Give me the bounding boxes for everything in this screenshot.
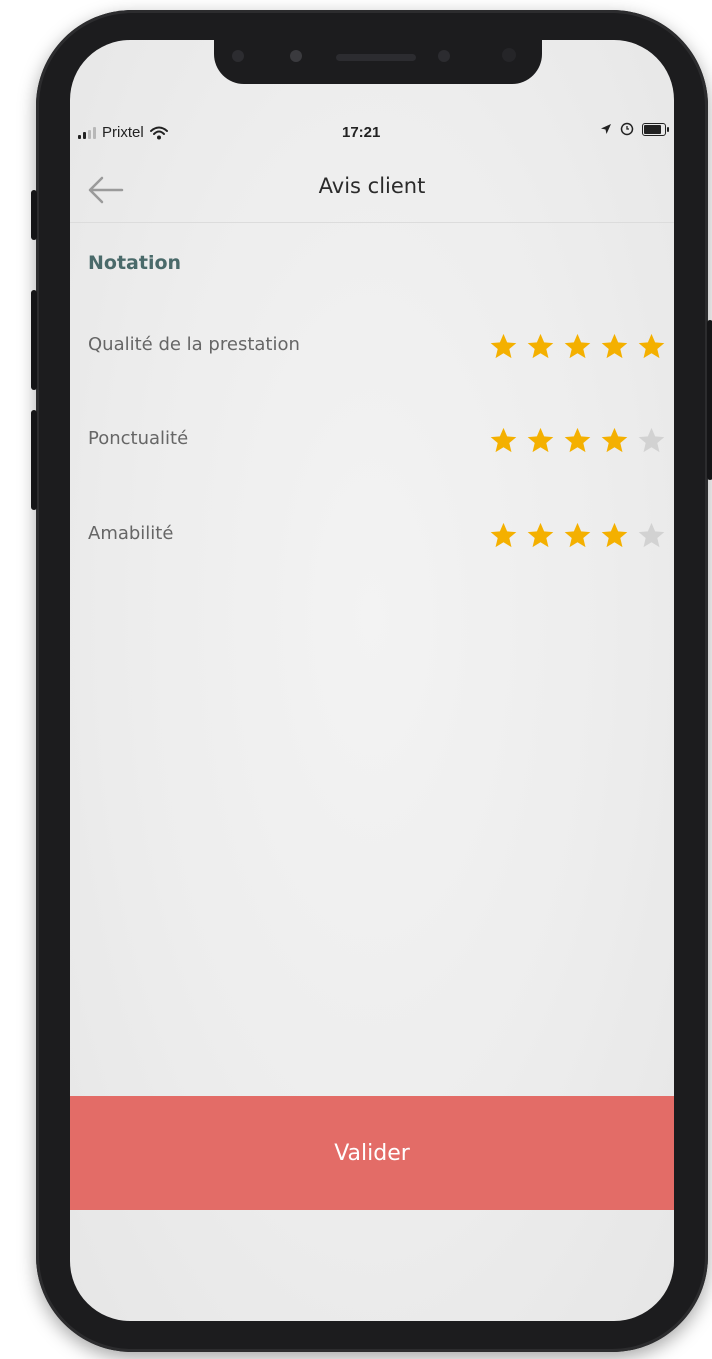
star-rating[interactable] [489, 521, 666, 550]
star-filled-icon[interactable] [563, 332, 592, 361]
star-filled-icon[interactable] [600, 521, 629, 550]
rating-label: Amabilité [88, 523, 174, 544]
battery-icon [642, 122, 669, 136]
star-filled-icon[interactable] [489, 426, 518, 455]
signal-bar [78, 134, 81, 139]
notch [214, 40, 542, 84]
signal-bar [88, 129, 91, 139]
carrier-name: Prixtel [102, 124, 144, 141]
star-rating[interactable] [489, 426, 666, 455]
star-filled-icon[interactable] [600, 332, 629, 361]
star-filled-icon[interactable] [563, 521, 592, 550]
star-filled-icon[interactable] [489, 521, 518, 550]
star-filled-icon[interactable] [489, 332, 518, 361]
sensor-dot [232, 50, 244, 62]
star-rating[interactable] [489, 332, 666, 361]
sensor-dot [502, 48, 516, 62]
star-filled-icon[interactable] [526, 521, 555, 550]
star-filled-icon[interactable] [637, 332, 666, 361]
volume-down-button [31, 410, 37, 510]
star-empty-icon[interactable] [637, 426, 666, 455]
app-screen: Prixtel 17:21 Avis client Notation Quali… [70, 40, 674, 1321]
wifi-icon [149, 126, 168, 139]
star-filled-icon[interactable] [526, 426, 555, 455]
star-filled-icon[interactable] [600, 426, 629, 455]
rating-row-quality: Qualité de la prestation [88, 328, 666, 368]
cellular-signal-icon [78, 127, 96, 139]
status-icons [600, 122, 669, 136]
location-arrow-icon [601, 124, 611, 134]
star-filled-icon[interactable] [526, 332, 555, 361]
carrier-group: Prixtel [78, 124, 168, 141]
signal-bar [93, 127, 96, 139]
section-title: Notation [88, 252, 182, 274]
status-bar: Prixtel 17:21 [70, 118, 674, 148]
mute-switch [31, 190, 37, 240]
page-title: Avis client [318, 174, 426, 198]
rating-row-friendliness: Amabilité [88, 517, 666, 557]
rating-label: Ponctualité [88, 428, 189, 449]
sensor-dot [290, 50, 302, 62]
rating-row-punctuality: Ponctualité [88, 422, 666, 462]
status-time: 17:21 [342, 124, 381, 141]
front-camera [438, 50, 450, 62]
power-button [707, 320, 712, 480]
rating-label: Qualité de la prestation [88, 334, 300, 355]
signal-bar [83, 132, 86, 139]
earpiece-speaker [336, 54, 416, 61]
volume-up-button [31, 290, 37, 390]
submit-button[interactable]: Valider [70, 1096, 674, 1210]
navigation-bar: Avis client [70, 160, 674, 223]
star-filled-icon[interactable] [563, 426, 592, 455]
star-empty-icon[interactable] [637, 521, 666, 550]
alarm-icon [620, 122, 634, 136]
